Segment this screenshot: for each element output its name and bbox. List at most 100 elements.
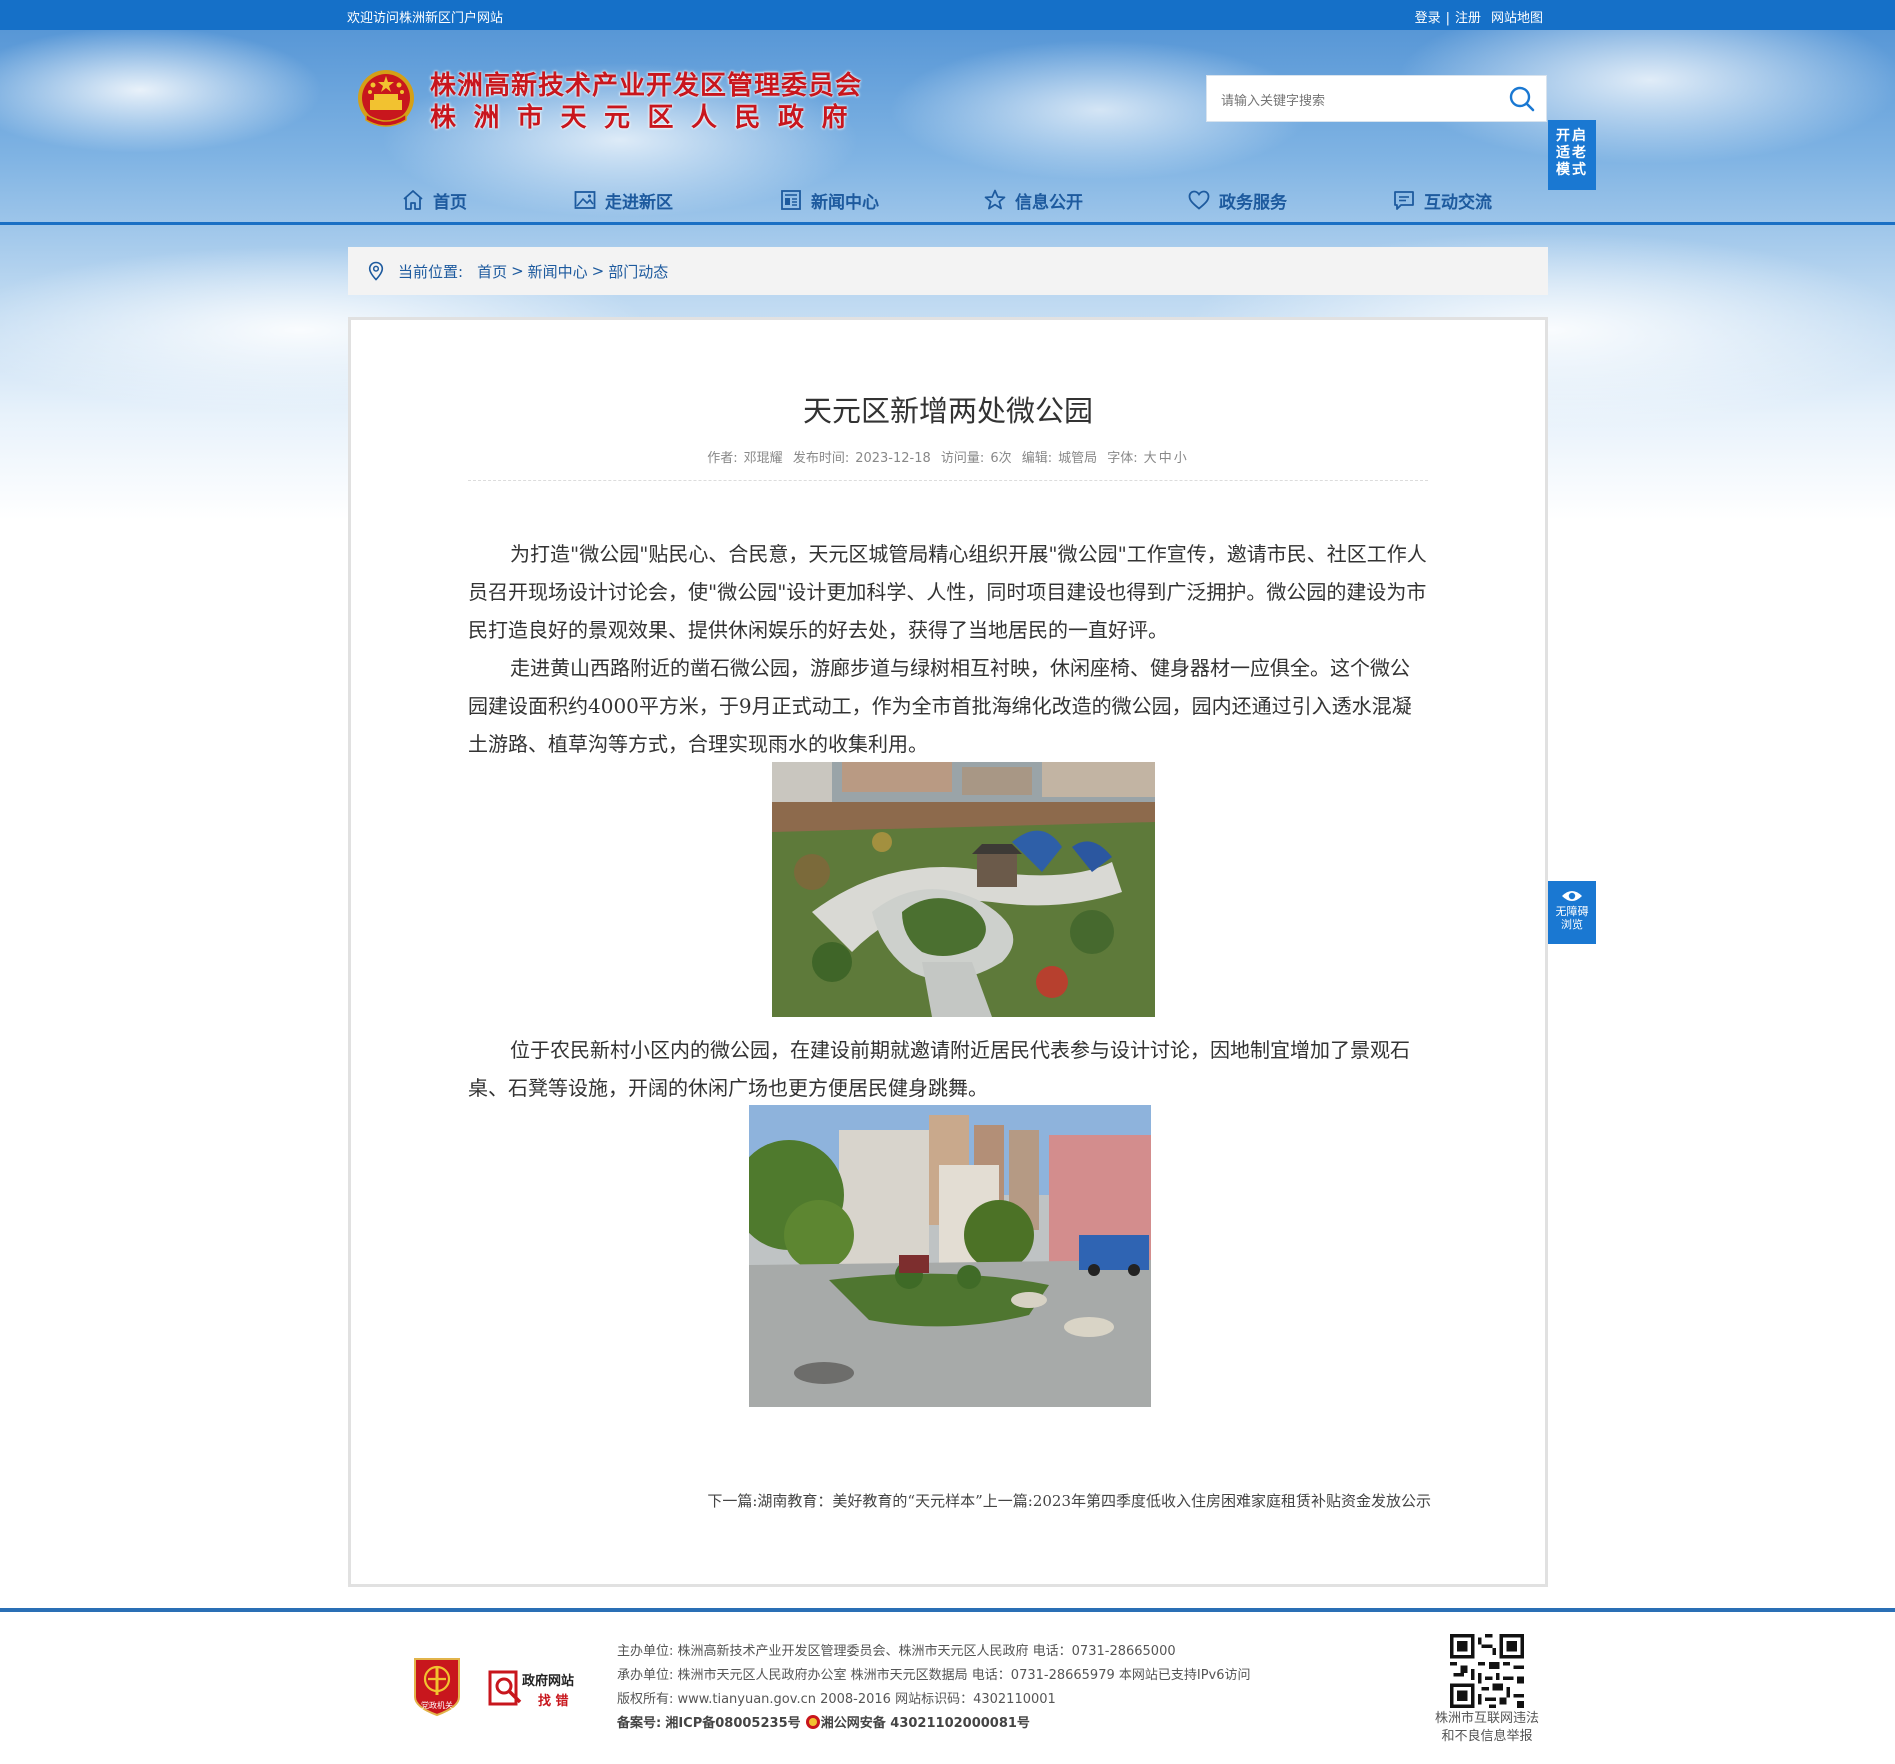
search-box: [1206, 75, 1547, 122]
site-title-line2: 株洲市天元区人民政府: [430, 103, 866, 133]
main-nav: 首页 走进新区 新闻中心 信息公开 政务服务 互动交流: [0, 180, 1895, 224]
meta-editor-label: 编辑:: [1021, 451, 1053, 466]
next-label: 下一篇:: [707, 1492, 758, 1510]
nav-news[interactable]: 新闻中心: [779, 180, 879, 220]
breadcrumb-label: 当前位置:: [398, 262, 464, 281]
accessibility-button[interactable]: 无障碍 浏览: [1548, 881, 1596, 944]
article-paragraph-1: 为打造"微公园"贴民心、合民意，天元区城管局精心组织开展"微公园"工作宣传，邀请…: [468, 542, 1427, 642]
footer-host: 株洲高新技术产业开发区管理委员会、株洲市天元区人民政府 电话：0731-2866…: [677, 1644, 1176, 1659]
top-links: 登录 | 注册 网站地图: [1415, 7, 1543, 26]
breadcrumb-separator: >: [591, 262, 605, 280]
eye-icon: [1562, 891, 1582, 901]
footer-org-row: 承办单位: 株洲市天元区人民政府办公室 株洲市天元区数据局 电话：0731-28…: [617, 1664, 1251, 1688]
nav-service-label: 政务服务: [1219, 192, 1287, 213]
footer-copyright-row: 版权所有: www.tianyuan.gov.cn 2008-2016 网站标识…: [617, 1688, 1251, 1712]
nav-interaction-label: 互动交流: [1424, 192, 1492, 213]
nav-about[interactable]: 走进新区: [573, 180, 673, 220]
nav-underline: [0, 222, 1895, 225]
nav-news-label: 新闻中心: [811, 192, 879, 213]
error-report-line2: 找 错: [538, 1694, 569, 1709]
top-separator: |: [1445, 11, 1450, 26]
footer-copyright: www.tianyuan.gov.cn 2008-2016 网站标识码：4302…: [677, 1692, 1056, 1707]
article-meta: 作者: 邓琨耀 发布时间: 2023-12-18 访问量: 6次 编辑: 城管局 字体:…: [351, 447, 1545, 466]
nav-info-label: 信息公开: [1015, 192, 1083, 213]
meta-author: 邓琨耀: [743, 451, 783, 466]
meta-views-label: 访问量:: [940, 451, 985, 466]
footer-host-label: 主办单位:: [617, 1644, 674, 1659]
nav-info[interactable]: 信息公开: [983, 180, 1083, 220]
nav-interaction[interactable]: 互动交流: [1392, 180, 1492, 220]
article-title: 天元区新增两处微公园: [802, 394, 1093, 428]
font-small-button[interactable]: 小: [1174, 451, 1187, 466]
prev-label: 上一篇:: [982, 1492, 1033, 1510]
park-photo-1: [772, 762, 1155, 1017]
gov-site-error-report[interactable]: 政府网站 找 错: [486, 1664, 586, 1712]
park-photo-2: [749, 1105, 1151, 1407]
elder-mode-line3: 模式: [1556, 162, 1588, 178]
newspaper-icon: [781, 190, 801, 210]
search-input[interactable]: [1219, 88, 1493, 112]
breadcrumb: 当前位置: 首页 > 新闻中心 > 部门动态: [348, 247, 1548, 295]
font-medium-button[interactable]: 中: [1159, 451, 1172, 466]
qr-caption-line2: 和不良信息举报: [1441, 1729, 1533, 1744]
nav-home-label: 首页: [433, 192, 467, 213]
police-badge-icon: [805, 1715, 820, 1729]
breadcrumb-news[interactable]: 新闻中心: [528, 261, 588, 282]
prev-article-link[interactable]: 2023年第四季度低收入住房困难家庭租赁补贴资金发放公示: [1033, 1492, 1431, 1510]
meta-font-label: 字体:: [1107, 451, 1138, 466]
footer-host-row: 主办单位: 株洲高新技术产业开发区管理委员会、株洲市天元区人民政府 电话：073…: [617, 1640, 1251, 1664]
party-government-badge[interactable]: 党政机关: [411, 1655, 463, 1717]
location-pin-icon: [368, 261, 384, 281]
icp-link[interactable]: 湘ICP备08005235号: [665, 1716, 800, 1731]
nav-service[interactable]: 政务服务: [1187, 180, 1287, 220]
police-record-link[interactable]: 湘公网安备 43021102000081号: [821, 1716, 1030, 1731]
article-container: 天元区新增两处微公园 作者: 邓琨耀 发布时间: 2023-12-18 访问量: 6次…: [348, 317, 1548, 1587]
nav-about-label: 走进新区: [605, 192, 673, 213]
footer-org: 株洲市天元区人民政府办公室 株洲市天元区数据局 电话：0731-28665979…: [677, 1668, 1251, 1683]
breadcrumb-home[interactable]: 首页: [477, 261, 507, 282]
heart-icon: [1188, 190, 1210, 210]
site-title: 株洲高新技术产业开发区管理委员会 株洲市天元区人民政府: [430, 70, 865, 134]
elder-mode-line1: 开启: [1556, 128, 1588, 144]
qr-caption: 株洲市互联网违法 和不良信息举报: [1425, 1710, 1549, 1746]
chat-icon: [1394, 191, 1414, 210]
meta-editor: 城管局: [1058, 451, 1098, 466]
national-emblem-icon: [358, 70, 414, 127]
meta-date: 2023-12-18: [855, 451, 931, 466]
qr-caption-line1: 株洲市互联网违法: [1434, 1711, 1539, 1726]
search-icon[interactable]: [1508, 85, 1536, 113]
next-prev-links: 下一篇:湖南教育：美好教育的“天元样本”上一篇:2023年第四季度低收入住房困难…: [707, 1490, 1431, 1511]
site-title-line1: 株洲高新技术产业开发区管理委员会: [430, 71, 863, 101]
magnifier-icon: [488, 1670, 522, 1706]
star-icon: [984, 189, 1006, 210]
breadcrumb-dept-news[interactable]: 部门动态: [608, 261, 668, 282]
footer-icp-row: 备案号: 湘ICP备08005235号 湘公网安备 43021102000081…: [617, 1712, 1251, 1736]
footer-copyright-label: 版权所有:: [617, 1692, 674, 1707]
footer-info: 主办单位: 株洲高新技术产业开发区管理委员会、株洲市天元区人民政府 电话：073…: [617, 1640, 1251, 1736]
elder-mode-line2: 适老: [1556, 145, 1588, 161]
article-paragraph-3: 位于农民新村小区内的微公园，在建设前期就邀请附近居民代表参与设计讨论，因地制宜增…: [468, 1038, 1410, 1100]
register-link[interactable]: 注册: [1455, 11, 1481, 26]
picture-icon: [574, 191, 596, 209]
sitemap-link[interactable]: 网站地图: [1491, 11, 1543, 26]
breadcrumb-separator: >: [511, 262, 524, 280]
meta-date-label: 发布时间:: [792, 451, 850, 466]
article-paragraph-2: 走进黄山西路附近的凿石微公园，游廊步道与绿树相互衬映，休闲座椅、健身器材一应俱全…: [468, 656, 1412, 756]
footer-org-label: 承办单位:: [617, 1668, 674, 1683]
welcome-text: 欢迎访问株洲新区门户网站: [347, 11, 504, 26]
top-bar: 欢迎访问株洲新区门户网站 登录 | 注册 网站地图: [0, 0, 1895, 30]
home-icon: [403, 190, 423, 210]
next-article-link[interactable]: 湖南教育：美好教育的“天元样本”: [757, 1492, 982, 1510]
login-link[interactable]: 登录: [1415, 11, 1441, 26]
error-report-line1: 政府网站: [522, 1674, 575, 1689]
font-large-button[interactable]: 大: [1144, 451, 1157, 466]
footer-divider: [0, 1608, 1895, 1612]
accessibility-line1: 无障碍: [1555, 905, 1589, 918]
nav-home[interactable]: 首页: [401, 180, 467, 220]
footer-icp-label: 备案号:: [617, 1716, 662, 1731]
meta-views: 6次: [990, 451, 1012, 466]
accessibility-line2: 浏览: [1561, 918, 1583, 931]
party-badge-text: 党政机关: [421, 1700, 453, 1710]
meta-author-label: 作者:: [707, 451, 738, 466]
meta-divider: [468, 480, 1428, 481]
